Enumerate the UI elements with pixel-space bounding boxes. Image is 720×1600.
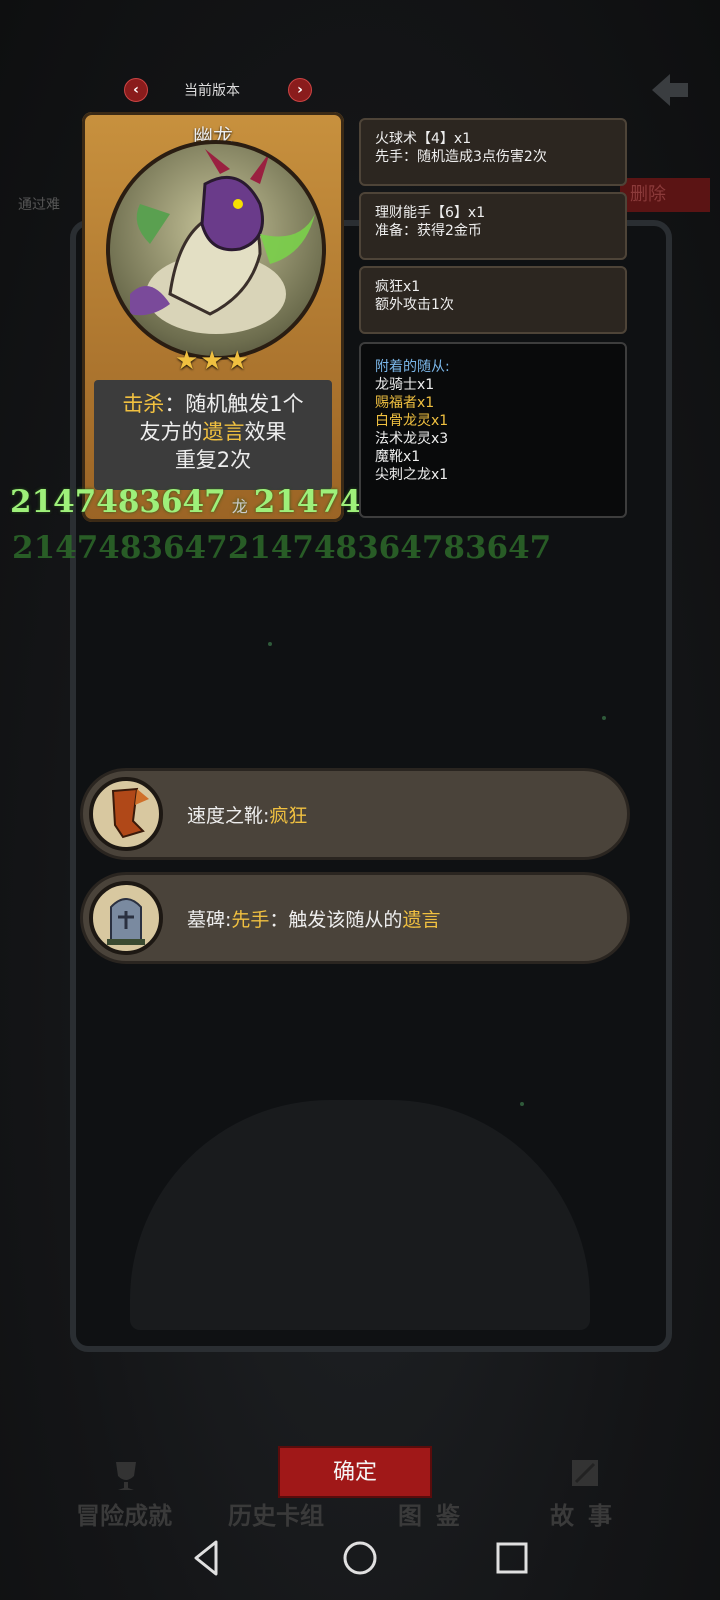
spell-title: 理财能手【6】x1	[375, 205, 486, 221]
attached-item: 赐福者x1	[375, 395, 435, 411]
tab-codex[interactable]: 图鉴	[398, 1496, 474, 1531]
version-switcher: ‹ 当前版本 ›	[124, 78, 314, 102]
attached-item: 尖刺之龙x1	[375, 467, 449, 483]
effect-text: 速度之靴:疯狂	[187, 801, 307, 828]
tab-history-decks[interactable]: 历史卡组	[228, 1496, 324, 1531]
kill-keyword: 击杀	[122, 392, 165, 416]
home-icon[interactable]	[330, 1528, 390, 1588]
recents-icon[interactable]	[482, 1528, 542, 1588]
confirm-button[interactable]: 确定	[278, 1446, 432, 1498]
spell-entry: 火球术【4】x1 先手：随机造成3点伤害2次	[359, 118, 627, 186]
back-icon[interactable]	[176, 1528, 236, 1588]
attached-item: 法术龙灵x3	[375, 431, 449, 447]
desc-text-4: 重复2次	[174, 448, 252, 472]
desc-text-3: 效果	[244, 420, 287, 444]
difficulty-label: 通过难	[18, 197, 60, 213]
tab-story[interactable]: 故事	[550, 1496, 626, 1531]
delete-button[interactable]: 删除	[620, 178, 710, 212]
attack-value: 2147483647	[10, 484, 226, 520]
effect-rest: ：触发该随从的	[269, 909, 403, 931]
ghost-stats: 2147483647214748364783647	[12, 530, 552, 566]
spell-desc: 额外攻击1次	[375, 297, 454, 313]
book-icon	[572, 1460, 598, 1486]
version-label: 当前版本	[184, 83, 240, 99]
spell-title: 火球术【4】x1	[375, 131, 472, 147]
speed-boots-icon	[89, 777, 163, 851]
desc-text-1: ：随机触发1个	[164, 392, 304, 416]
effect-keyword-2: 遗言	[402, 909, 441, 931]
spell-entry: 理财能手【6】x1 准备：获得2金币	[359, 192, 627, 260]
tombstone-icon	[89, 881, 163, 955]
tribe-label: 龙	[231, 497, 248, 516]
card-stars: ★★★	[175, 346, 251, 376]
effect-row[interactable]: 速度之靴:疯狂	[80, 768, 630, 860]
effect-name: 墓碑:	[187, 909, 232, 931]
effect-row[interactable]: 墓碑:先手：触发该随从的遗言	[80, 872, 630, 964]
sparkle	[268, 642, 272, 646]
tab-achievements[interactable]: 冒险成就	[76, 1496, 172, 1531]
spell-desc: 先手：随机造成3点伤害2次	[375, 149, 547, 165]
deathrattle-keyword: 遗言	[202, 420, 245, 444]
effect-keyword: 疯狂	[269, 805, 308, 827]
attached-item: 龙骑士x1	[375, 377, 435, 393]
sparkle	[520, 1102, 524, 1106]
spell-entry: 疯狂x1 额外攻击1次	[359, 266, 627, 334]
system-navigation-bar	[0, 1528, 720, 1600]
spell-title: 疯狂x1	[375, 279, 421, 295]
effect-name: 速度之靴:	[187, 805, 270, 827]
next-version-button[interactable]: ›	[288, 78, 312, 102]
desc-text-2: 友方的	[139, 420, 203, 444]
effect-text: 墓碑:先手：触发该随从的遗言	[187, 905, 440, 932]
card-description: 击杀：随机触发1个 友方的遗言效果 重复2次	[94, 380, 332, 490]
trophy-icon	[116, 1462, 136, 1490]
back-arrow-icon[interactable]	[648, 68, 692, 112]
effect-keyword: 先手	[231, 909, 270, 931]
prev-version-button[interactable]: ‹	[124, 78, 148, 102]
minion-card: 幽龙 ★★★ 击杀：随机触发1个 友方的遗言效果 重复2次	[82, 112, 344, 522]
spell-desc: 准备：获得2金币	[375, 223, 482, 239]
attached-heading: 附着的随从:	[375, 359, 450, 375]
attached-item: 魔靴x1	[375, 449, 421, 465]
dragon-portrait	[106, 140, 326, 360]
sparkle	[602, 716, 606, 720]
dragon-art-icon	[130, 149, 315, 334]
attached-item: 白骨龙灵x1	[375, 413, 449, 429]
attached-minions-panel: 附着的随从: 龙骑士x1 赐福者x1 白骨龙灵x1 法术龙灵x3 魔靴x1 尖刺…	[359, 342, 627, 518]
